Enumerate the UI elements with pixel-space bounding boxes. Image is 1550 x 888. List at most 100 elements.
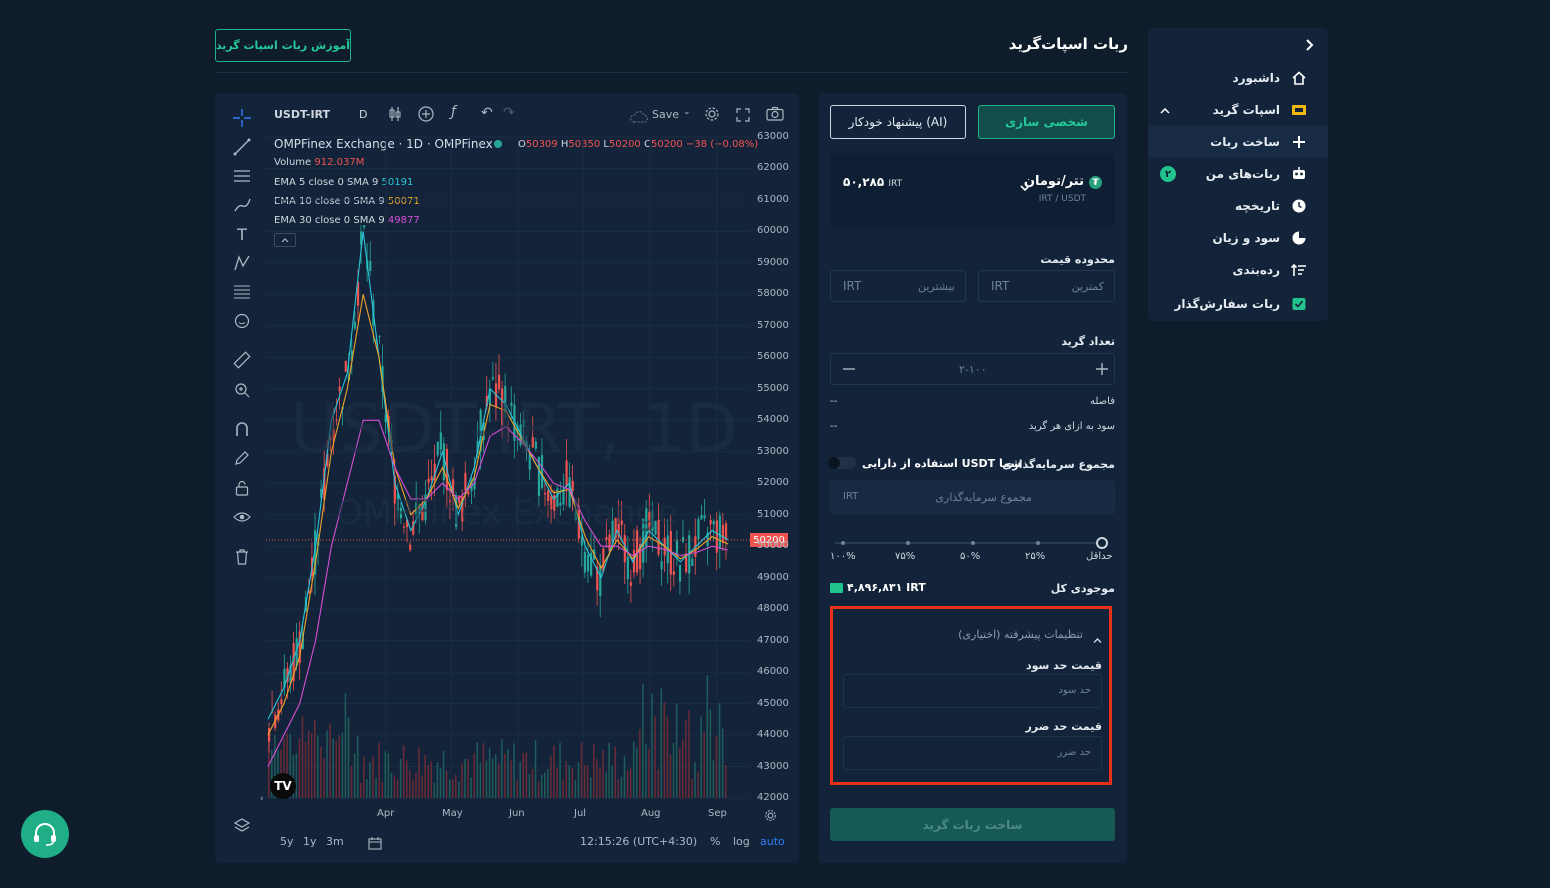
slider-step-dot [906,541,910,545]
ema-legend-0: EMA 5 close 0 SMA 9 50191 [274,177,413,188]
function-icon[interactable]: ƒ [451,104,456,120]
grid-count-stepper[interactable]: ۲-۱۰۰ [830,353,1115,385]
take-profit-input[interactable]: حد سود [843,674,1102,708]
magnet-icon[interactable] [232,419,252,439]
amount-slider-track[interactable] [835,542,1101,544]
ema-label: EMA 5 close 0 SMA 9 [274,177,379,188]
stop-loss-input[interactable]: حد ضرر [843,736,1102,770]
tradingview-logo[interactable]: TV [270,773,296,799]
ema-legend-2: EMA 30 close 0 SMA 9 49877 [274,215,420,226]
tab-ai-suggestion[interactable]: پیشنهاد خودکار (AI) [830,105,966,139]
min-price-input[interactable]: کمترین IRT [978,270,1115,302]
chevron-left-icon[interactable]: ‹ [260,794,264,804]
y-tick-label: 63000 [757,131,789,142]
log-scale-button[interactable]: log [733,835,750,848]
range-5y-button[interactable]: 5y [280,835,294,848]
sidebar-item-dashboard[interactable]: داشبورد [1148,62,1328,94]
sidebar-item-history[interactable]: تاریخچه [1148,190,1328,222]
collapse-legend-button[interactable] [274,233,296,247]
trash-icon[interactable] [232,547,252,567]
emoji-icon[interactable] [232,311,252,331]
range-1y-button[interactable]: 1y [303,835,317,848]
chart-title-line: OMPFinex Exchange · 1D · OMPFinex [274,137,493,151]
support-chat-button[interactable] [21,810,69,858]
symbol-selector[interactable]: USDT-IRT [274,108,330,121]
text-tool-icon[interactable]: T [232,224,252,244]
ohlc-readout: O50309 H50350 L50200 C50200 −38 (−0.08%) [518,139,759,150]
x-tick-label: Jun [509,808,525,819]
volume-legend: Volume 912.037M [274,157,364,168]
wallet-icon [830,583,843,593]
camera-icon[interactable] [766,106,784,125]
sidebar-item-my-bots[interactable]: ۲ ربات‌های من [1148,158,1328,190]
calendar-icon[interactable] [368,835,382,854]
increment-button[interactable] [1095,362,1109,376]
sidebar-item-order-bot[interactable]: ربات سفارش‌گذار [1148,288,1328,320]
max-price-input[interactable]: بیشترین IRT [830,270,966,302]
sidebar-item-spot-grid[interactable]: اسپات گرید [1148,94,1328,126]
lock-icon[interactable] [232,478,252,498]
fullscreen-icon[interactable] [736,107,750,126]
chevron-up-icon [1160,104,1170,118]
layers-icon[interactable] [232,816,252,836]
chevron-down-icon[interactable]: ⌄ [683,107,691,117]
interval-selector[interactable]: D [359,108,367,121]
eye-icon[interactable] [232,507,252,527]
horizontal-lines-icon[interactable] [232,166,252,186]
save-button[interactable]: Save [652,108,679,121]
sidebar-item-ranking[interactable]: رده‌بندی [1148,254,1328,286]
x-tick-label: Jul [574,808,587,819]
create-grid-bot-button[interactable]: ساخت ربات گرید [830,808,1115,841]
investment-input[interactable]: مجموع سرمایه‌گذاری IRT [830,480,1115,514]
add-indicator-icon[interactable] [418,106,434,126]
redo-icon[interactable]: ↷ [503,105,515,121]
decrement-button[interactable] [842,362,856,376]
advanced-settings-title[interactable]: تنظیمات پیشرفته (اختیاری) [958,628,1083,641]
fib-lines-icon[interactable] [232,282,252,302]
range-3m-button[interactable]: 3m [326,835,344,848]
pair-name: تتر/تومان [1023,174,1084,189]
brush-icon[interactable] [232,195,252,215]
chevron-down-icon[interactable] [1020,177,1030,196]
ruler-icon[interactable] [232,350,252,370]
pencil-lock-icon[interactable] [232,448,252,468]
undo-icon[interactable]: ↶ [481,105,493,121]
y-tick-label: 46000 [757,666,789,678]
percent-scale-button[interactable]: % [710,835,720,848]
axis-settings-icon[interactable] [764,807,777,826]
min-price-unit: IRT [991,279,1010,293]
y-tick-label: 54000 [757,414,789,426]
sidebar-item-label: ساخت ربات [1210,135,1280,149]
pattern-icon[interactable] [232,253,252,273]
y-tick-label: 52000 [757,477,789,489]
sidebar-collapse-button[interactable] [1300,36,1318,54]
min-price-placeholder: کمترین [1071,280,1104,293]
crosshair-icon[interactable] [232,108,252,128]
sidebar-item-label: ربات سفارش‌گذار [1174,297,1281,311]
zoom-in-icon[interactable] [232,380,252,400]
candle-type-icon[interactable] [388,106,402,126]
tab-manual[interactable]: شخصی سازی [978,105,1115,139]
sidebar-item-pnl[interactable]: سود و زیان [1148,222,1328,254]
take-profit-placeholder: حد سود [1058,685,1091,696]
sidebar-item-label: داشبورد [1232,71,1280,85]
use-asset-toggle[interactable] [828,457,856,469]
trend-line-icon[interactable] [232,137,252,157]
pair-card[interactable] [830,153,1115,227]
y-tick-label: 56000 [757,351,789,363]
settings-icon[interactable] [704,106,720,126]
chevron-up-icon[interactable] [1093,629,1102,648]
tether-icon: ₮ [1089,176,1102,189]
ohlc-low: 50200 [608,139,641,150]
tutorial-button[interactable]: آموزش ربات اسپات گرید [215,29,351,62]
x-tick-label: May [442,808,463,819]
slider-label: ۵۰% [960,551,981,562]
amount-slider-handle[interactable] [1096,537,1108,549]
ema-label: EMA 10 close 0 SMA 9 [274,196,385,207]
stop-loss-placeholder: حد ضرر [1057,747,1091,758]
chart-clock: 12:15:26 (UTC+4:30) [580,835,698,848]
max-price-unit: IRT [843,279,862,293]
slider-label: ۲۵% [1025,551,1046,562]
auto-scale-button[interactable]: auto [760,835,785,848]
sidebar-item-create-bot[interactable]: ساخت ربات [1148,126,1328,158]
